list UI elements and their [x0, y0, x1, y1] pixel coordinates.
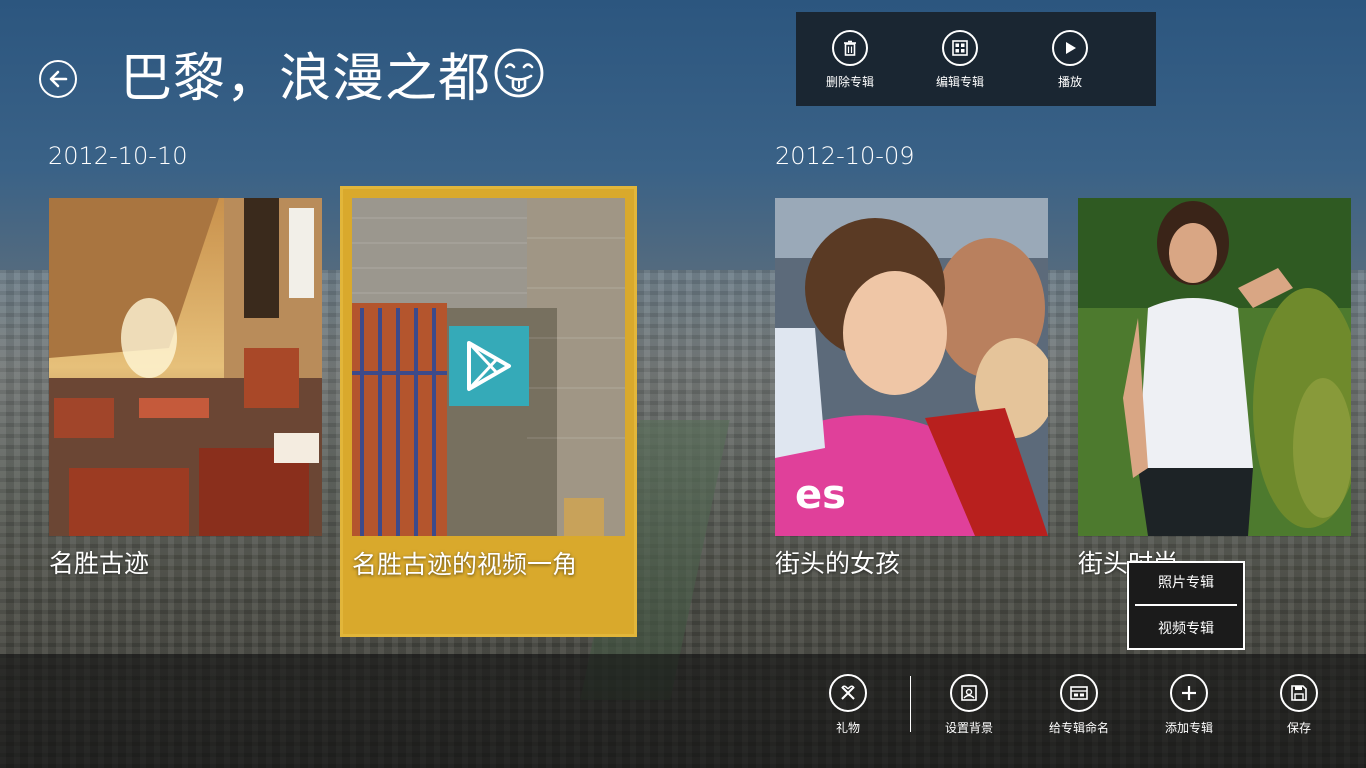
set-background-circle — [950, 674, 988, 712]
add-icon — [1182, 686, 1196, 700]
gift-button[interactable]: 礼物 — [798, 674, 898, 736]
rename-album-circle — [1060, 674, 1098, 712]
page-title-text: 巴黎，浪漫之都 — [120, 49, 492, 109]
gift-circle — [829, 674, 867, 712]
add-album-circle — [1170, 674, 1208, 712]
edit-album-button[interactable]: 编辑专辑 — [910, 30, 1010, 90]
album-caption: 街头的女孩 — [775, 549, 901, 578]
rename-icon — [1070, 686, 1088, 700]
image-icon — [961, 685, 977, 701]
edit-album-circle — [942, 30, 978, 66]
back-arrow-icon — [49, 70, 68, 88]
group-date-1: 2012-10-10 — [48, 142, 188, 170]
album-thumbnail: es — [775, 198, 1048, 536]
trash-icon — [844, 40, 856, 56]
video-album-menu-item[interactable]: 视频专辑 — [1129, 618, 1243, 638]
back-button[interactable] — [39, 60, 77, 98]
album-caption: 名胜古迹的视频一角 — [352, 550, 578, 579]
rename-album-button[interactable]: 给专辑命名 — [1029, 674, 1129, 736]
delete-album-button[interactable]: 删除专辑 — [800, 30, 900, 90]
play-store-icon — [467, 341, 511, 391]
edit-album-label: 编辑专辑 — [935, 75, 984, 89]
album-caption: 名胜古迹 — [49, 549, 150, 578]
add-album-flyout: 照片专辑 视频专辑 — [1127, 561, 1245, 650]
album-tile-selected[interactable]: 名胜古迹的视频一角 — [340, 186, 637, 637]
save-icon — [1291, 685, 1307, 701]
gift-label: 礼物 — [835, 721, 860, 735]
play-label: 播放 — [1057, 75, 1082, 89]
album-thumbnail — [49, 198, 322, 536]
play-circle — [1052, 30, 1088, 66]
page-title: 巴黎，浪漫之都 — [120, 44, 545, 117]
set-background-button[interactable]: 设置背景 — [919, 674, 1019, 736]
grid-edit-icon — [952, 40, 968, 56]
save-label: 保存 — [1286, 721, 1311, 735]
flyout-divider — [1135, 604, 1237, 606]
play-button[interactable]: 播放 — [1020, 30, 1120, 90]
gift-x-icon — [841, 685, 855, 700]
video-play-overlay — [449, 326, 529, 406]
save-circle — [1280, 674, 1318, 712]
top-app-bar: 删除专辑 编辑专辑 播放 — [796, 12, 1156, 106]
bottom-app-bar: 礼物 设置背景 给专辑命名 添加专辑 保存 — [0, 654, 1366, 768]
save-button[interactable]: 保存 — [1249, 674, 1349, 736]
bottom-bar-divider — [910, 676, 911, 732]
album-thumbnail — [352, 198, 625, 536]
album-tile[interactable]: es 街头的女孩 — [775, 198, 1048, 588]
album-tile[interactable]: 街头时尚 — [1078, 198, 1351, 588]
delete-album-circle — [832, 30, 868, 66]
delete-album-label: 删除专辑 — [825, 75, 874, 89]
set-background-label: 设置背景 — [944, 721, 993, 735]
photo-album-menu-item[interactable]: 照片专辑 — [1129, 572, 1243, 592]
rename-album-label: 给专辑命名 — [1048, 721, 1109, 735]
add-album-label: 添加专辑 — [1164, 721, 1213, 735]
album-thumbnail — [1078, 198, 1351, 536]
tongue-out-face-icon — [493, 47, 545, 117]
svg-text:es: es — [795, 472, 846, 518]
add-album-button[interactable]: 添加专辑 — [1139, 674, 1239, 736]
group-date-2: 2012-10-09 — [775, 142, 915, 170]
album-tile[interactable]: 名胜古迹 — [49, 198, 322, 588]
play-icon — [1066, 42, 1076, 54]
